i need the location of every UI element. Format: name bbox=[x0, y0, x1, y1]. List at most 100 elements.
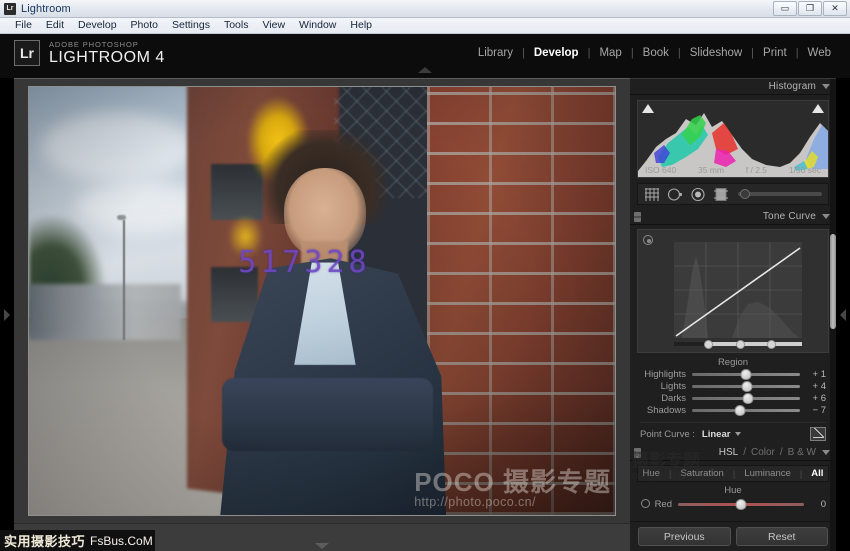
module-develop[interactable]: Develop bbox=[525, 47, 588, 59]
region-section-label: Region bbox=[630, 357, 836, 368]
hsl-subtab-all[interactable]: All bbox=[811, 468, 823, 479]
menu-view[interactable]: View bbox=[255, 18, 292, 33]
right-panel-collapse-strip[interactable] bbox=[836, 78, 850, 551]
slider-darks[interactable]: Darks + 6 bbox=[640, 392, 826, 404]
hsl-tab-color[interactable]: Color bbox=[751, 447, 775, 458]
hsl-panel-switch[interactable] bbox=[634, 448, 641, 458]
histogram-graph[interactable]: ISO 640 35 mm f / 2.5 1/50 sec bbox=[637, 100, 829, 178]
module-book[interactable]: Book bbox=[634, 47, 678, 59]
slider-knob-highlights[interactable] bbox=[741, 369, 752, 380]
hsl-slider-value-red: 0 bbox=[804, 499, 826, 510]
tone-curve-split-handle[interactable] bbox=[767, 340, 776, 349]
adjustment-brush-slider[interactable] bbox=[738, 192, 822, 196]
tone-curve-panel-switch[interactable] bbox=[634, 212, 641, 222]
slider-track-highlights[interactable] bbox=[692, 373, 800, 376]
tone-curve-split-handle[interactable] bbox=[704, 340, 713, 349]
tone-curve-split-handle[interactable] bbox=[736, 340, 745, 349]
module-picker: Library | Develop | Map | Book | Slidesh… bbox=[469, 47, 840, 59]
point-curve-value[interactable]: Linear bbox=[702, 429, 731, 440]
hsl-subtab-saturation[interactable]: Saturation bbox=[680, 468, 723, 479]
slider-track-lights[interactable] bbox=[692, 385, 800, 388]
close-button[interactable]: ✕ bbox=[823, 1, 847, 16]
hsl-tab-hsl[interactable]: HSL bbox=[719, 447, 738, 458]
slider-value-shadows: − 7 bbox=[800, 405, 826, 416]
targeted-adjustment-tool-icon[interactable] bbox=[643, 235, 653, 245]
left-panel-collapse-strip[interactable] bbox=[0, 78, 14, 551]
previous-button[interactable]: Previous bbox=[638, 527, 731, 546]
slider-knob-darks[interactable] bbox=[743, 393, 754, 404]
tone-curve-plot[interactable] bbox=[674, 242, 802, 338]
module-map[interactable]: Map bbox=[590, 47, 630, 59]
lightroom-window: Lr Lightroom ▭ ❐ ✕ File Edit Develop Pho… bbox=[0, 0, 850, 551]
hsl-body: Red 0 bbox=[630, 498, 836, 510]
module-slideshow[interactable]: Slideshow bbox=[681, 47, 751, 59]
reset-button[interactable]: Reset bbox=[736, 527, 829, 546]
hsl-tab-bw[interactable]: B & W bbox=[788, 447, 816, 458]
chevron-left-icon bbox=[840, 309, 846, 321]
tone-curve-panel-header[interactable]: Tone Curve bbox=[630, 209, 836, 225]
menu-file[interactable]: File bbox=[8, 18, 39, 33]
chevron-down-icon[interactable] bbox=[822, 214, 830, 219]
point-curve-edit-button[interactable] bbox=[810, 427, 826, 441]
shadow-clipping-indicator[interactable] bbox=[642, 104, 654, 113]
module-print[interactable]: Print bbox=[754, 47, 796, 59]
point-curve-label: Point Curve : bbox=[640, 429, 695, 440]
menu-photo[interactable]: Photo bbox=[124, 18, 165, 33]
window-title: Lightroom bbox=[21, 3, 71, 15]
slider-track-shadows[interactable] bbox=[692, 409, 800, 412]
slider-shadows[interactable]: Shadows − 7 bbox=[640, 404, 826, 416]
hsl-slider-track-red[interactable] bbox=[678, 503, 804, 506]
maximize-button[interactable]: ❐ bbox=[798, 1, 822, 16]
slider-knob-shadows[interactable] bbox=[734, 405, 745, 416]
hsl-title-separator: / bbox=[780, 447, 783, 458]
top-panel-collapse-arrow-icon[interactable] bbox=[418, 67, 432, 73]
tone-curve-panel-title: Tone Curve bbox=[763, 211, 816, 222]
fsbus-watermark: 实用摄影技巧 FsBus.CoM bbox=[0, 530, 155, 551]
spot-removal-icon[interactable] bbox=[667, 187, 683, 202]
os-titlebar: Lr Lightroom ▭ ❐ ✕ bbox=[0, 0, 850, 18]
hsl-slider-red[interactable]: Red 0 bbox=[640, 498, 826, 510]
slider-knob-lights[interactable] bbox=[742, 381, 753, 392]
menu-tools[interactable]: Tools bbox=[217, 18, 256, 33]
red-eye-correction-icon[interactable] bbox=[690, 187, 706, 202]
menu-settings[interactable]: Settings bbox=[165, 18, 217, 33]
module-web[interactable]: Web bbox=[799, 47, 840, 59]
brand-wordmark: LIGHTROOM 4 bbox=[49, 49, 165, 66]
hsl-subtab-hue[interactable]: Hue bbox=[643, 468, 660, 479]
hsl-targeted-adjustment-tool-icon[interactable] bbox=[641, 499, 650, 508]
app-icon: Lr bbox=[4, 3, 16, 15]
hsl-panel-header[interactable]: HSL / Color / B & W bbox=[630, 445, 836, 461]
highlight-clipping-indicator[interactable] bbox=[812, 104, 824, 113]
window-controls: ▭ ❐ ✕ bbox=[773, 1, 847, 16]
menu-develop[interactable]: Develop bbox=[71, 18, 124, 33]
develop-right-panel: Histogram IS bbox=[630, 78, 836, 551]
slider-label-lights: Lights bbox=[640, 381, 692, 392]
crop-overlay-icon[interactable] bbox=[644, 187, 660, 202]
slider-highlights[interactable]: Highlights + 1 bbox=[640, 368, 826, 380]
slider-value-highlights: + 1 bbox=[800, 369, 826, 380]
tone-curve-graph-box bbox=[637, 229, 829, 353]
chevron-down-icon[interactable] bbox=[822, 450, 830, 455]
identity-plate[interactable]: Lr ADOBE PHOTOSHOP LIGHTROOM 4 bbox=[14, 40, 165, 66]
slider-lights[interactable]: Lights + 4 bbox=[640, 380, 826, 392]
minimize-button[interactable]: ▭ bbox=[773, 1, 797, 16]
filmstrip-collapse-arrow-icon[interactable] bbox=[315, 543, 329, 549]
photo-image[interactable]: 517328 POCO 摄影专题 http://photo.poco.cn/ bbox=[29, 87, 615, 515]
hsl-subtab-luminance[interactable]: Luminance bbox=[744, 468, 790, 479]
menu-window[interactable]: Window bbox=[292, 18, 343, 33]
menu-edit[interactable]: Edit bbox=[39, 18, 71, 33]
exif-aperture: f / 2.5 bbox=[746, 165, 767, 175]
menu-help[interactable]: Help bbox=[343, 18, 379, 33]
hsl-subtab-separator: | bbox=[733, 469, 735, 479]
chevron-down-icon[interactable] bbox=[735, 432, 741, 436]
slider-label-darks: Darks bbox=[640, 393, 692, 404]
slider-track-darks[interactable] bbox=[692, 397, 800, 400]
adjustment-brush-knob[interactable] bbox=[740, 189, 750, 199]
graduated-filter-icon[interactable] bbox=[713, 187, 729, 202]
hsl-subtab-separator: | bbox=[800, 469, 802, 479]
chevron-down-icon[interactable] bbox=[822, 84, 830, 89]
photo-vignette bbox=[29, 87, 615, 515]
hsl-slider-knob-red[interactable] bbox=[736, 499, 747, 510]
module-library[interactable]: Library bbox=[469, 47, 522, 59]
histogram-panel-header[interactable]: Histogram bbox=[630, 79, 836, 95]
